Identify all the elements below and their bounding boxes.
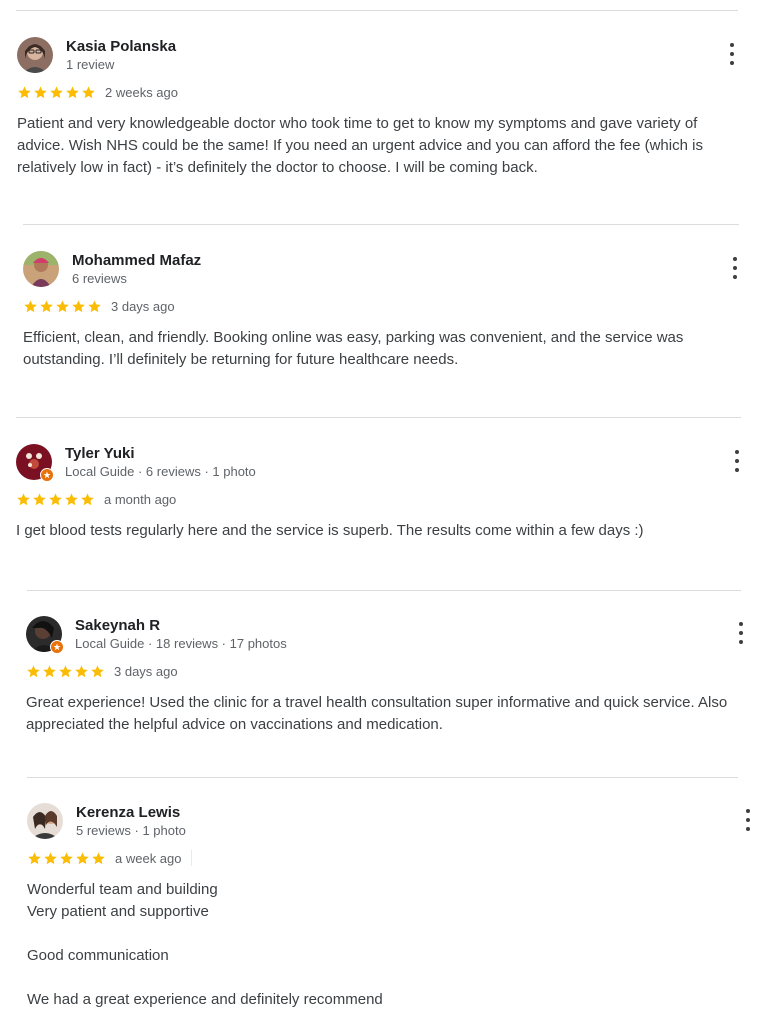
divider — [16, 417, 741, 418]
star-icon — [65, 492, 78, 505]
star-icon — [43, 664, 56, 677]
review-date: 2 weeks ago — [105, 84, 178, 100]
review-card: Sakeynah R Local Guide · 18 reviews · 17… — [26, 616, 746, 736]
star-icon — [44, 851, 57, 864]
reviewer-meta: Local Guide · 18 reviews · 17 photos — [75, 636, 287, 651]
star-icon — [91, 664, 104, 677]
star-rating — [27, 851, 106, 866]
star-icon — [81, 492, 94, 505]
reviews-list: Kasia Polanska 1 review 2 weeks ago Pati… — [0, 0, 759, 1023]
reviewer-meta: 1 review — [66, 57, 115, 72]
star-rating — [16, 492, 95, 507]
review-text: I get blood tests regularly here and the… — [16, 522, 644, 539]
star-rating — [23, 299, 102, 314]
reviewer-meta: 6 reviews — [72, 271, 127, 286]
divider — [27, 590, 741, 591]
star-icon — [17, 492, 30, 505]
review-card: Tyler Yuki Local Guide · 6 reviews · 1 p… — [16, 444, 739, 542]
star-icon — [72, 299, 85, 312]
star-icon — [18, 85, 31, 98]
star-icon — [76, 851, 89, 864]
star-icon — [40, 299, 53, 312]
review-text: Patient and very knowledgeable doctor wh… — [17, 115, 703, 176]
local-guide-badge-icon — [50, 640, 64, 654]
star-icon — [88, 299, 101, 312]
more-options-icon[interactable] — [728, 257, 742, 279]
avatar[interactable] — [17, 37, 53, 73]
star-icon — [28, 851, 41, 864]
more-options-icon[interactable] — [730, 450, 744, 472]
star-rating — [26, 664, 105, 679]
star-icon — [82, 85, 95, 98]
review-date: a week ago — [115, 850, 182, 866]
star-icon — [75, 664, 88, 677]
separator — [190, 850, 192, 866]
reviewer-name[interactable]: Kerenza Lewis — [76, 804, 180, 821]
reviewer-meta: 5 reviews · 1 photo — [76, 823, 186, 838]
review-text: Wonderful team and building Very patient… — [27, 881, 383, 1008]
review-date: 3 days ago — [111, 298, 175, 314]
star-icon — [66, 85, 79, 98]
star-icon — [56, 299, 69, 312]
star-icon — [50, 85, 63, 98]
review-card: Kasia Polanska 1 review 2 weeks ago Pati… — [17, 37, 737, 179]
star-icon — [60, 851, 73, 864]
star-icon — [24, 299, 37, 312]
more-options-icon[interactable] — [725, 43, 739, 65]
review-card: Mohammed Mafaz 6 reviews 3 days ago Effi… — [23, 251, 743, 371]
divider — [16, 10, 738, 11]
reviewer-name[interactable]: Tyler Yuki — [65, 445, 135, 462]
review-text: Great experience! Used the clinic for a … — [26, 694, 728, 733]
review-card: Kerenza Lewis 5 reviews · 1 photo a week… — [27, 803, 750, 1011]
more-options-icon[interactable] — [734, 622, 748, 644]
review-date: a month ago — [104, 491, 177, 507]
star-icon — [92, 851, 105, 864]
divider — [27, 777, 738, 778]
star-icon — [33, 492, 46, 505]
review-text: Efficient, clean, and friendly. Booking … — [23, 329, 684, 368]
divider — [23, 224, 739, 225]
more-options-icon[interactable] — [741, 809, 755, 831]
star-icon — [59, 664, 72, 677]
reviewer-meta: Local Guide · 6 reviews · 1 photo — [65, 464, 256, 479]
local-guide-badge-icon — [40, 468, 54, 482]
review-date: 3 days ago — [114, 663, 178, 679]
reviewer-name[interactable]: Kasia Polanska — [66, 38, 176, 55]
avatar[interactable] — [23, 251, 59, 287]
avatar[interactable] — [27, 803, 63, 839]
reviewer-name[interactable]: Mohammed Mafaz — [72, 252, 201, 269]
star-icon — [34, 85, 47, 98]
star-icon — [27, 664, 40, 677]
star-rating — [17, 85, 96, 100]
star-icon — [49, 492, 62, 505]
reviewer-name[interactable]: Sakeynah R — [75, 617, 160, 634]
